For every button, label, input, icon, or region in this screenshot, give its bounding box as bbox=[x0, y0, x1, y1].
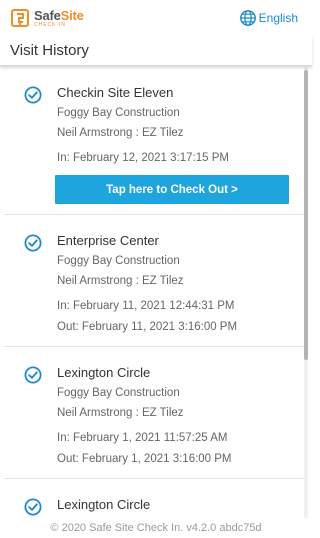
brand-name: SafeSite bbox=[34, 7, 84, 23]
visit-person: Neil Armstrong : EZ Tilez bbox=[57, 407, 184, 419]
page-title: Visit History bbox=[0, 36, 312, 66]
visit-checkin-time: In: February 11, 2021 12:44:31 PM bbox=[57, 300, 235, 312]
visit-checkin-time: In: February 12, 2021 3:17:15 PM bbox=[57, 152, 229, 164]
footer-copyright: © 2020 Safe Site Check In. v4.2.0 abdc75… bbox=[0, 518, 312, 538]
visit-company: Foggy Bay Construction bbox=[57, 255, 180, 267]
visit-item: Enterprise Center Foggy Bay Construction… bbox=[4, 215, 308, 347]
top-bar: SafeSite CHECK IN English bbox=[0, 0, 312, 36]
visit-site-name: Lexington Circle bbox=[57, 365, 151, 380]
safesite-logo-icon bbox=[11, 9, 29, 27]
brand-logo: SafeSite CHECK IN bbox=[10, 8, 84, 28]
language-selector[interactable]: English bbox=[239, 9, 298, 27]
visit-site-name: Lexington Circle bbox=[57, 497, 151, 512]
visit-checkin-time: In: February 1, 2021 11:57:25 AM bbox=[57, 432, 228, 444]
visit-item: Lexington Circle Foggy Bay Construction … bbox=[4, 347, 308, 479]
visit-item: Lexington Circle bbox=[4, 479, 308, 522]
globe-icon bbox=[239, 10, 256, 26]
visit-site-name: Checkin Site Eleven bbox=[57, 85, 174, 100]
visit-person: Neil Armstrong : EZ Tilez bbox=[57, 127, 184, 139]
language-label: English bbox=[258, 11, 298, 25]
check-circle-icon bbox=[24, 86, 42, 104]
scrollbar-thumb[interactable] bbox=[304, 70, 308, 360]
check-circle-icon bbox=[24, 366, 42, 384]
visit-checkout-time: Out: February 1, 2021 3:16:00 PM bbox=[57, 453, 232, 465]
visit-checkout-time: Out: February 11, 2021 3:16:00 PM bbox=[57, 321, 238, 333]
check-circle-icon bbox=[24, 498, 42, 516]
visit-site-name: Enterprise Center bbox=[57, 233, 159, 248]
brand-subtitle: CHECK IN bbox=[34, 21, 66, 28]
check-out-button[interactable]: Tap here to Check Out > bbox=[55, 175, 289, 204]
visit-list[interactable]: Checkin Site Eleven Foggy Bay Constructi… bbox=[4, 67, 308, 522]
visit-item: Checkin Site Eleven Foggy Bay Constructi… bbox=[4, 67, 308, 215]
visit-company: Foggy Bay Construction bbox=[57, 107, 180, 119]
check-circle-icon bbox=[24, 234, 42, 252]
visit-company: Foggy Bay Construction bbox=[57, 387, 180, 399]
visit-person: Neil Armstrong : EZ Tilez bbox=[57, 275, 184, 287]
